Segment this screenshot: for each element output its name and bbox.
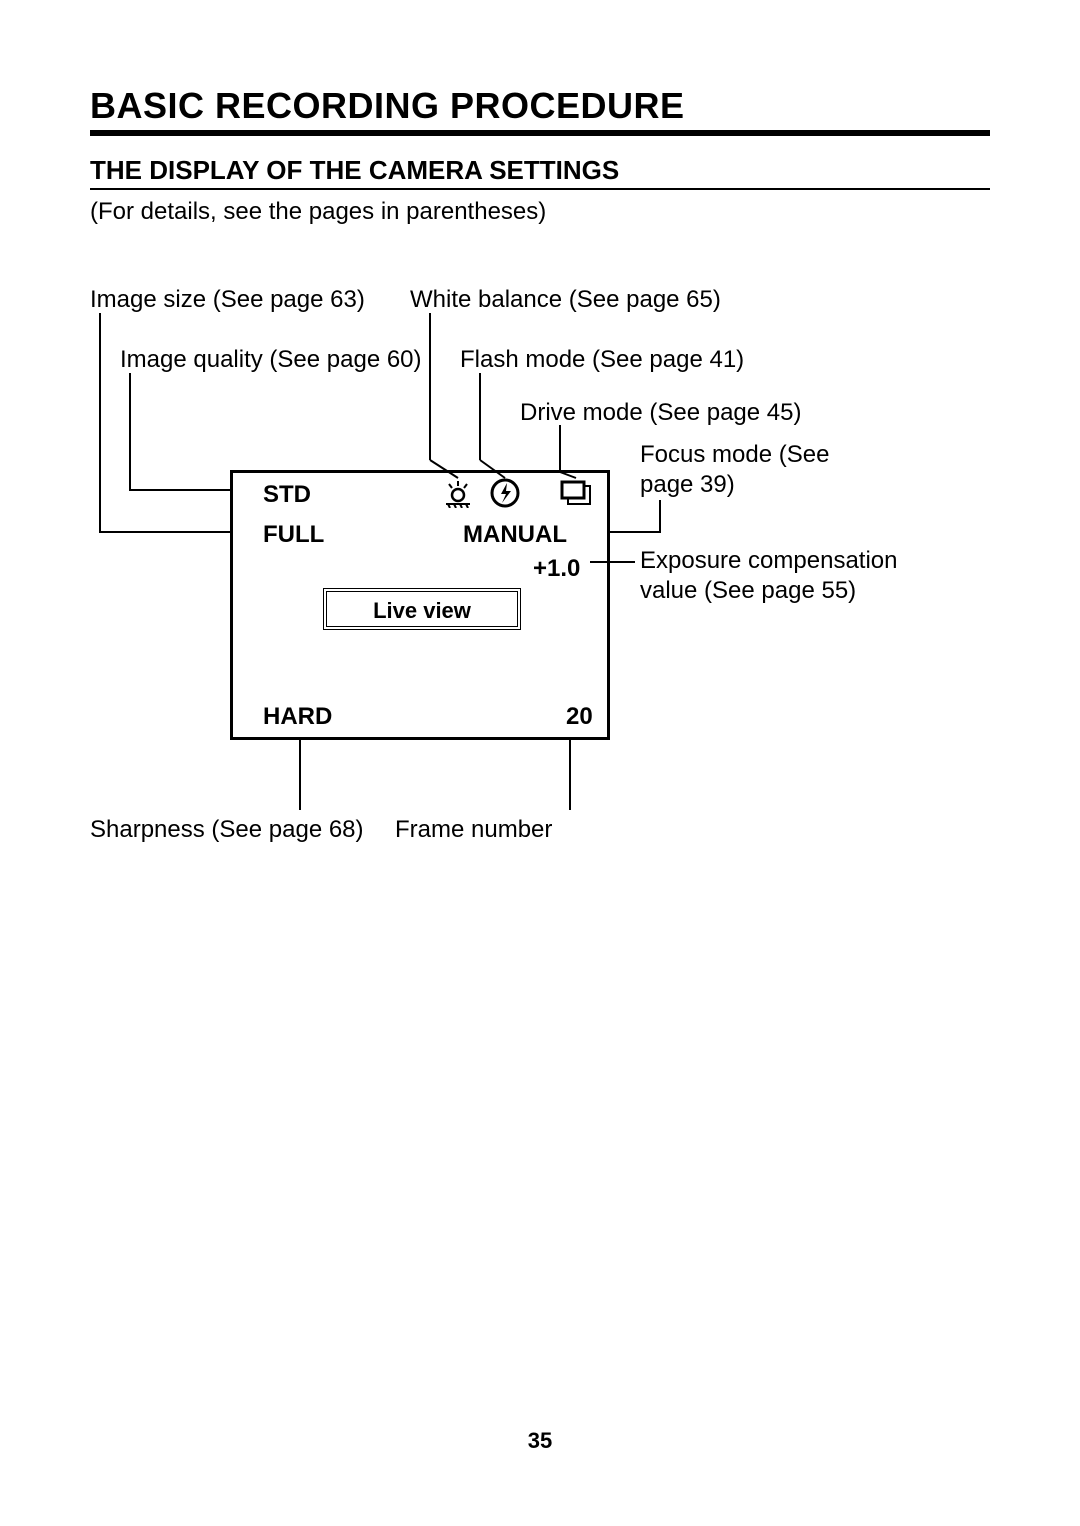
label-image-size: Image size (See page 63) (90, 285, 365, 315)
display-frame-number: 20 (566, 703, 593, 731)
drive-mode-icon (558, 478, 594, 508)
display-exposure-value: +1.0 (533, 555, 580, 583)
section-title: THE DISPLAY OF THE CAMERA SETTINGS (90, 155, 619, 186)
page-title: BASIC RECORDING PROCEDURE (90, 85, 685, 127)
page-number: 35 (0, 1428, 1080, 1454)
label-focus-mode: Focus mode (See page 39) (640, 440, 840, 500)
display-focus-mode-manual: MANUAL (463, 521, 567, 549)
details-note: (For details, see the pages in parenthes… (90, 198, 546, 226)
camera-display: STD FULL MANUAL +1.0 Live view HARD 20 (230, 470, 610, 740)
label-white-balance: White balance (See page 65) (410, 285, 721, 315)
white-balance-icon (440, 478, 476, 508)
page: BASIC RECORDING PROCEDURE THE DISPLAY OF… (0, 0, 1080, 1526)
label-drive-mode: Drive mode (See page 45) (520, 398, 801, 428)
section-rule (90, 188, 990, 190)
display-live-view-frame: Live view (323, 588, 521, 630)
display-live-view-label: Live view (327, 598, 517, 624)
leader-lines (0, 0, 1080, 1526)
flash-icon (490, 478, 520, 508)
title-rule (90, 130, 990, 136)
label-flash-mode: Flash mode (See page 41) (460, 345, 744, 375)
display-sharpness-hard: HARD (263, 703, 332, 731)
display-image-size-full: FULL (263, 521, 324, 549)
label-exposure-compensation: Exposure compensation value (See page 55… (640, 546, 900, 606)
label-frame-number: Frame number (395, 815, 552, 845)
display-image-quality-std: STD (263, 481, 311, 509)
label-sharpness: Sharpness (See page 68) (90, 815, 364, 845)
label-image-quality: Image quality (See page 60) (120, 345, 422, 375)
